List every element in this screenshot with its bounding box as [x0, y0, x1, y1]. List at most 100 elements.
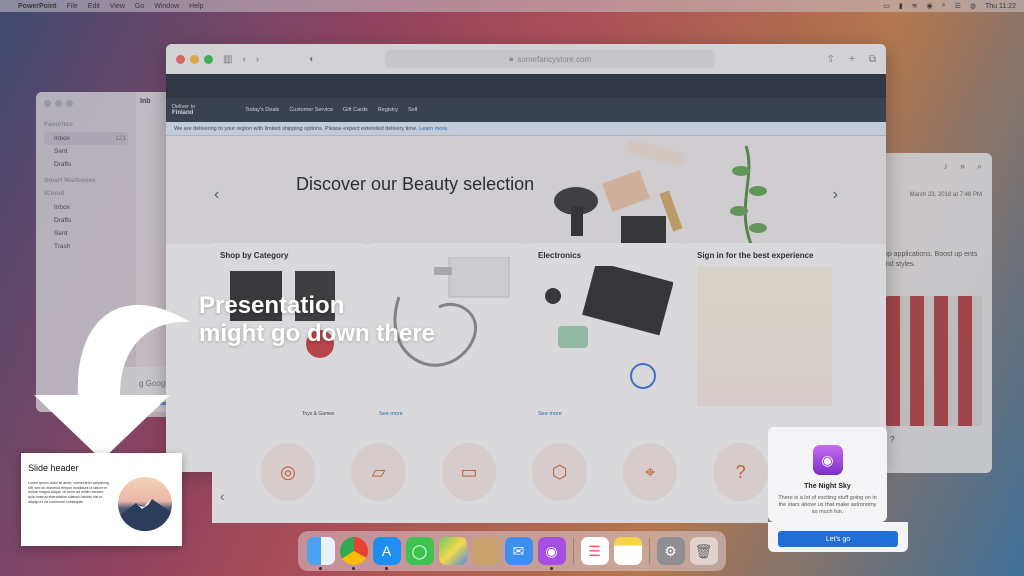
card-sign-in[interactable]: Sign in for the best experience — [689, 243, 840, 425]
see-more-link[interactable]: See more — [538, 411, 562, 417]
menu-go[interactable]: Go — [135, 3, 144, 10]
nav-gift-cards[interactable]: Gift Cards — [343, 107, 368, 113]
forward-icon[interactable]: › — [256, 54, 259, 65]
notes-icon[interactable] — [613, 537, 642, 565]
nav-customer-service[interactable]: Customer Service — [289, 107, 333, 113]
menu-help[interactable]: Help — [189, 3, 203, 10]
mailbox-inbox[interactable]: Inbox 121 — [44, 132, 128, 145]
nav-registry[interactable]: Registry — [378, 107, 398, 113]
sidebar-icon[interactable]: ▥ — [223, 54, 232, 65]
zoom-button[interactable] — [66, 100, 73, 107]
see-more-link[interactable]: See more — [379, 411, 403, 417]
icloud-trash[interactable]: Trash — [44, 240, 128, 253]
category-caption[interactable]: Toys & Games — [302, 411, 335, 417]
battery-icon[interactable]: ▮ — [899, 2, 903, 10]
globe-icon[interactable]: ◎ — [260, 443, 316, 501]
carousel-prev-icon[interactable]: ‹ — [214, 186, 219, 204]
slide-body: Lorem ipsum dolor sit amet, consectetur … — [28, 481, 109, 504]
url-text: somefancystore.com — [517, 54, 592, 64]
contacts-icon[interactable] — [471, 537, 500, 565]
messages-icon[interactable]: ◯ — [405, 537, 434, 565]
mailbox-drafts[interactable]: Drafts — [44, 158, 128, 171]
card-electronics[interactable]: Electronics See more — [530, 243, 681, 425]
menu-edit[interactable]: Edit — [88, 3, 100, 10]
siri-icon[interactable]: ◍ — [970, 2, 976, 10]
notice-text: We are delivering to your region with li… — [174, 126, 418, 132]
menu-app-name[interactable]: PowerPoint — [18, 3, 57, 10]
podcast-notification[interactable]: ◉ The Night Sky There is a lot of exciti… — [768, 427, 887, 522]
unread-count: 121 — [115, 135, 126, 142]
card-title: Electronics — [538, 251, 582, 260]
chrome-icon[interactable] — [339, 537, 368, 570]
trash-icon[interactable]: 🗑︎ — [689, 537, 718, 565]
bell-icon[interactable]: ♪ — [943, 161, 948, 172]
mailbox-label: Drafts — [54, 161, 72, 168]
sign-in-panel — [697, 266, 832, 406]
slide-header: Slide header — [28, 463, 79, 473]
search-icon[interactable]: ⌕ — [942, 2, 946, 10]
mail-icon[interactable]: ✉ — [504, 537, 533, 565]
hero-banner[interactable]: ‹ Discover our Beauty selection › — [166, 136, 886, 244]
nav-todays-deals[interactable]: Today's Deals — [245, 107, 279, 113]
menu-file[interactable]: File — [67, 3, 78, 10]
icloud-drafts[interactable]: Drafts — [44, 214, 128, 227]
minimize-button[interactable] — [190, 54, 199, 64]
dock-separator — [648, 538, 650, 564]
card-title: Shop by Category — [220, 251, 289, 260]
shield-icon[interactable]: ◐ — [309, 54, 315, 65]
category-icons-row: ‹ ◎ ▱ ▭ ⬡ ⌖ ? — [212, 433, 768, 523]
package-icon[interactable]: ⬡ — [532, 443, 587, 501]
learn-more-link[interactable]: Learn more. — [419, 126, 449, 132]
mailbox-label: Sent — [54, 148, 68, 155]
address-bar[interactable]: 🔒︎ somefancystore.com — [385, 50, 716, 68]
search-icon[interactable]: ⌕ — [977, 161, 982, 172]
presentation-slide[interactable]: Slide header Lorem ipsum dolor sit amet,… — [21, 453, 182, 546]
icons-prev-icon[interactable]: ‹ — [220, 488, 225, 504]
forward-icon[interactable]: » — [960, 161, 965, 172]
deliver-to[interactable]: Deliver to Finland — [172, 104, 195, 117]
browser-traffic-lights — [176, 54, 213, 64]
wifi-icon[interactable]: ≋ — [912, 2, 918, 10]
delivery-pin-icon[interactable]: ⌖ — [622, 443, 678, 501]
icloud-inbox[interactable]: Inbox — [44, 201, 128, 214]
maps-icon[interactable] — [438, 537, 467, 565]
menu-clock[interactable]: Thu 11:22 — [985, 3, 1016, 10]
help-icon[interactable]: ? — [890, 435, 894, 444]
reminders-icon[interactable]: ☰ — [580, 537, 609, 565]
mailbox-sent[interactable]: Sent — [44, 145, 128, 158]
tickets-icon[interactable]: ▱ — [351, 443, 406, 501]
store-header — [166, 74, 886, 98]
menu-view[interactable]: View — [110, 3, 125, 10]
display-icon[interactable]: ▭ — [883, 2, 890, 10]
gift-card-icon[interactable]: ▭ — [441, 443, 497, 501]
podcasts-icon[interactable]: ◉ — [537, 537, 566, 570]
chat-help-icon[interactable]: ? — [713, 443, 768, 501]
finder-icon[interactable] — [306, 537, 335, 570]
lets-go-button[interactable]: Let's go — [778, 531, 898, 547]
mountain-image — [118, 477, 172, 531]
icloud-header: iCloud — [44, 190, 65, 197]
close-button[interactable] — [176, 54, 185, 64]
menu-window[interactable]: Window — [154, 3, 179, 10]
zoom-button[interactable] — [204, 54, 213, 64]
close-button[interactable] — [44, 100, 51, 107]
minimize-button[interactable] — [55, 100, 62, 107]
browser-toolbar: ▥ ‹ › ◐ 🔒︎ somefancystore.com ⇧ + ⧉ — [166, 44, 886, 74]
dock-separator — [572, 538, 574, 564]
carousel-next-icon[interactable]: › — [833, 186, 838, 204]
back-icon[interactable]: ‹ — [242, 54, 245, 65]
system-preferences-icon[interactable]: ⚙ — [656, 537, 685, 565]
tabs-overview-icon[interactable]: ⧉ — [869, 54, 876, 65]
user-icon[interactable]: ◉ — [927, 2, 933, 10]
app-store-icon[interactable]: A — [372, 537, 401, 570]
icloud-sent[interactable]: Sent — [44, 227, 128, 240]
deliver-country: Finland — [172, 109, 194, 116]
new-tab-icon[interactable]: + — [849, 54, 855, 65]
mailbox-label: Drafts — [54, 217, 72, 224]
hero-title: Discover our Beauty selection — [296, 174, 535, 194]
nav-sell[interactable]: Sell — [408, 107, 417, 113]
share-icon[interactable]: ⇧ — [827, 54, 835, 65]
control-center-icon[interactable]: ☰ — [955, 2, 961, 10]
store-nav: Deliver to Finland Today's Deals Custome… — [166, 98, 886, 122]
beauty-products-image — [554, 139, 767, 244]
